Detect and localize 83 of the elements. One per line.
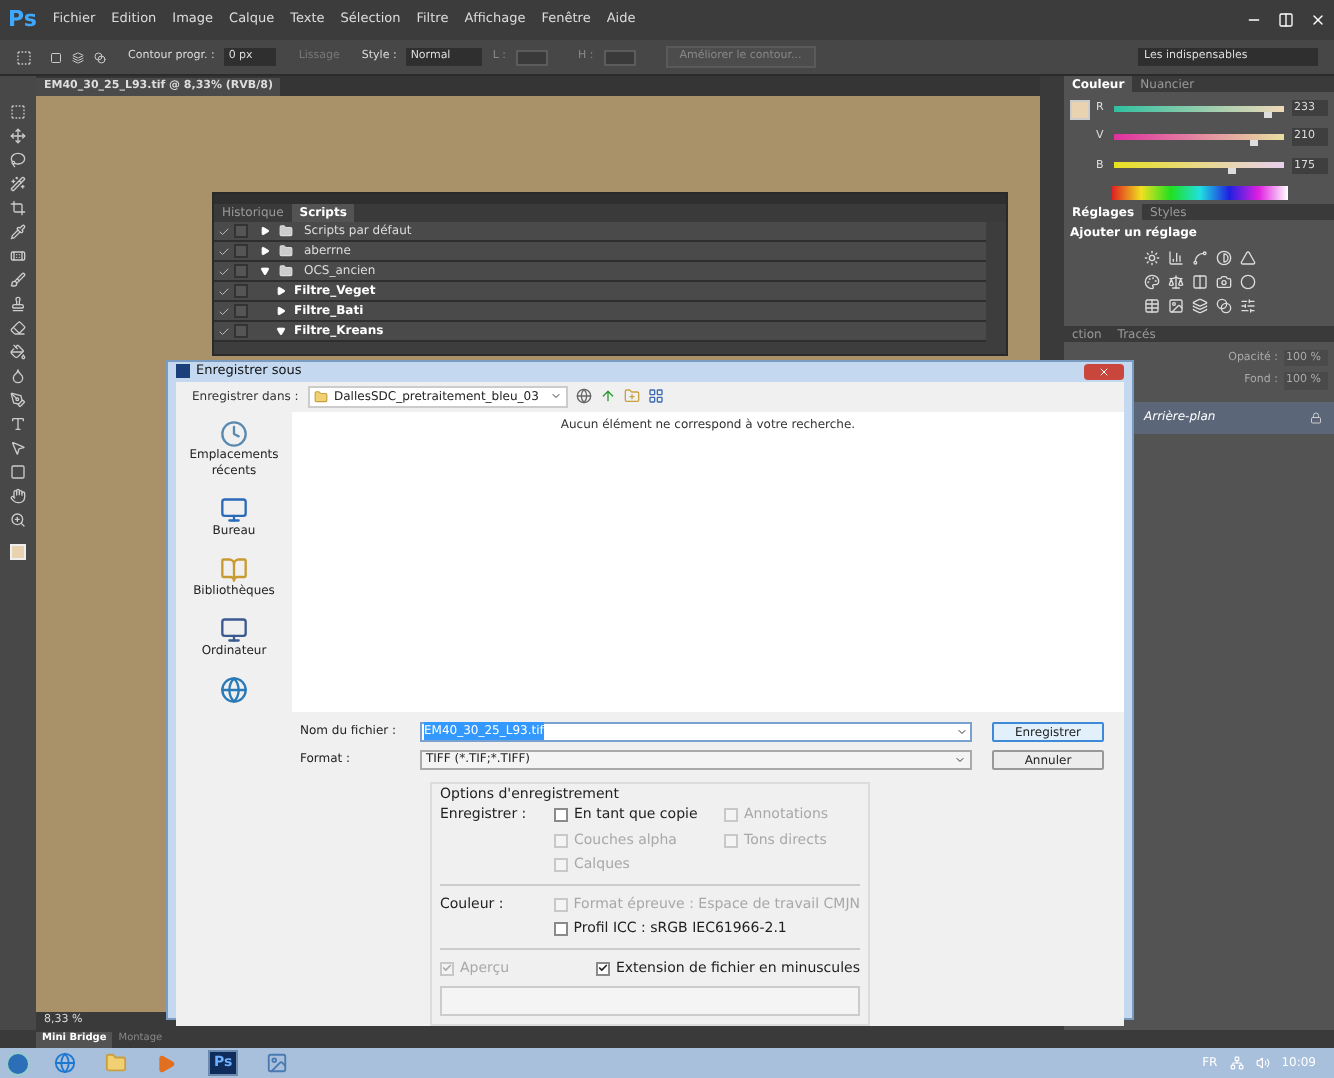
bandage-icon[interactable] (10, 248, 26, 264)
blend-icon[interactable] (94, 51, 106, 63)
checkbox[interactable] (595, 961, 610, 975)
caret-icon (550, 390, 562, 403)
dashed-square-icon[interactable] (10, 104, 26, 120)
circle-icon[interactable] (1239, 274, 1255, 290)
lasso-icon[interactable] (10, 152, 26, 168)
clock-icon[interactable] (220, 419, 248, 448)
width-field[interactable] (515, 49, 548, 65)
color-slider[interactable] (1114, 162, 1284, 169)
folder-icon (278, 244, 294, 258)
view-menu-icon[interactable] (648, 388, 664, 405)
check-icon[interactable] (218, 265, 230, 277)
slider-thumb[interactable] (1249, 139, 1258, 146)
camera-icon[interactable] (1215, 274, 1231, 290)
toggle-box[interactable] (234, 284, 248, 298)
crop-icon[interactable] (10, 200, 26, 216)
check-icon[interactable] (218, 285, 230, 297)
check-icon[interactable] (218, 305, 230, 317)
layers-icon[interactable] (72, 51, 84, 63)
stamp-icon[interactable] (10, 296, 26, 312)
check-icon[interactable] (218, 325, 230, 337)
curve-icon[interactable] (1191, 250, 1207, 266)
check-icon (597, 962, 608, 974)
folder-icon (278, 264, 294, 278)
pipette-icon[interactable] (10, 224, 26, 240)
bar-chart-icon[interactable] (1167, 250, 1183, 266)
slider-thumb[interactable] (1264, 111, 1273, 118)
hand-icon[interactable] (10, 488, 26, 504)
grid-icon[interactable] (1143, 298, 1159, 314)
sliders-icon[interactable] (1239, 298, 1255, 314)
toggle-box[interactable] (234, 224, 248, 238)
square-icon[interactable] (50, 51, 62, 63)
check-icon[interactable] (218, 225, 230, 237)
zoom-icon[interactable] (10, 512, 26, 528)
caret-icon (954, 753, 966, 766)
close-icon[interactable] (1310, 12, 1326, 28)
scale-icon[interactable] (1167, 274, 1183, 290)
globe-icon[interactable] (220, 675, 248, 704)
palette-icon[interactable] (1143, 274, 1159, 290)
checkbox[interactable] (554, 808, 568, 822)
pointer-icon[interactable] (10, 440, 26, 456)
folder-icon (278, 224, 294, 238)
folder-icon (314, 389, 328, 404)
monitor-icon[interactable] (220, 495, 248, 524)
move-icon[interactable] (10, 128, 26, 144)
type-icon[interactable] (10, 416, 26, 432)
close-icon (1098, 365, 1110, 378)
columns-icon[interactable] (1191, 274, 1207, 290)
close-button[interactable] (1084, 363, 1124, 380)
wand-icon[interactable] (10, 176, 26, 192)
check-icon (442, 962, 452, 974)
color-spectrum[interactable] (1112, 185, 1288, 200)
toggle-box[interactable] (234, 304, 248, 318)
start-button[interactable] (6, 1051, 30, 1075)
dashed-square-icon[interactable] (16, 49, 32, 65)
toggle-box[interactable] (234, 244, 248, 258)
eraser-icon[interactable] (10, 320, 26, 336)
color-slider[interactable] (1114, 133, 1284, 140)
triangle-icon[interactable] (1239, 250, 1255, 266)
slider-thumb[interactable] (1227, 168, 1236, 175)
droplet-icon[interactable] (10, 368, 26, 384)
paint-bucket-icon[interactable] (10, 344, 26, 360)
color-swatch[interactable] (1070, 100, 1090, 120)
color-slider[interactable] (1114, 105, 1284, 112)
app-logo: Ps (8, 3, 37, 36)
layers-icon[interactable] (1191, 298, 1207, 314)
pen-icon[interactable] (10, 392, 26, 408)
checkbox[interactable] (553, 922, 568, 936)
app-icon (176, 364, 190, 379)
computer-icon[interactable] (219, 615, 248, 644)
square-icon[interactable] (10, 464, 26, 480)
height-field[interactable] (603, 49, 636, 65)
sun-icon[interactable] (1143, 250, 1159, 266)
check-icon[interactable] (218, 245, 230, 257)
lock-icon[interactable] (1310, 411, 1322, 423)
brush-icon[interactable] (10, 272, 26, 288)
toggle-box[interactable] (234, 264, 248, 278)
toggle-box[interactable] (234, 324, 248, 338)
up-arrow-icon[interactable] (600, 388, 616, 405)
caret-icon (956, 725, 968, 738)
blend-icon[interactable] (1215, 298, 1231, 314)
contrast-icon[interactable] (1215, 250, 1231, 266)
